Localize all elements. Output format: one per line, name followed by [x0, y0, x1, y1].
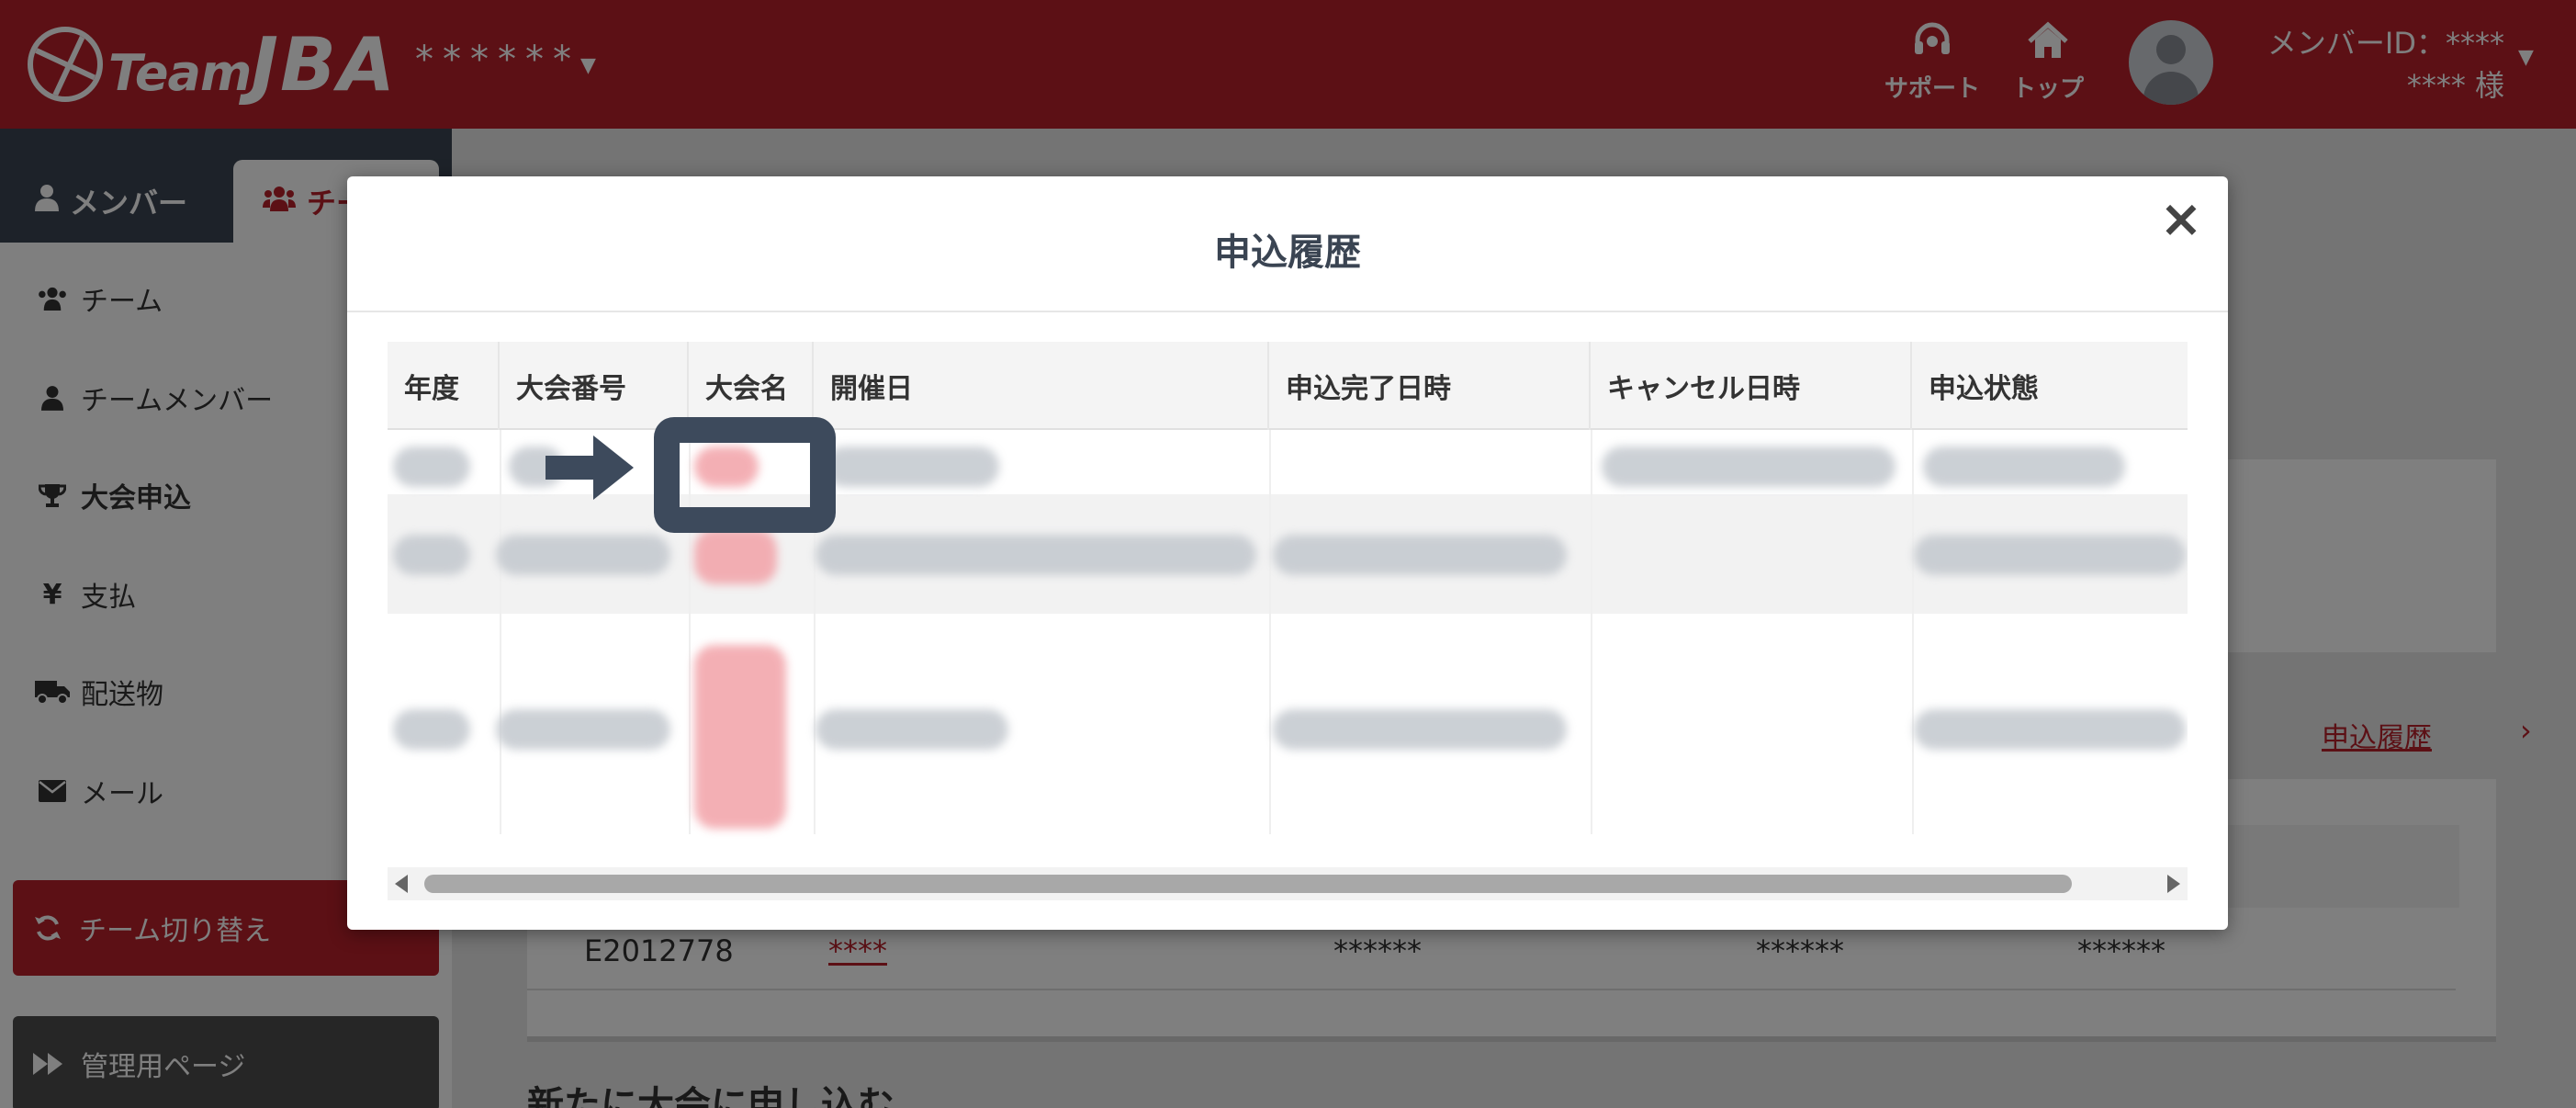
scroll-left-icon[interactable]	[395, 875, 408, 893]
divider	[347, 311, 2228, 312]
table-cell-redacted	[1923, 447, 2125, 487]
table-cell-redacted	[496, 535, 670, 575]
table-cell-redacted	[1914, 709, 2186, 750]
table-cell-redacted	[496, 709, 670, 750]
history-table: 年度 大会番号 大会名 開催日 申込完了日時 キャンセル日時 申込状態	[388, 342, 2188, 854]
column-header-tournament-number: 大会番号	[500, 342, 689, 430]
table-cell-redacted	[1602, 447, 1895, 487]
column-header-event-date: 開催日	[814, 342, 1269, 430]
table-cell-redacted	[1273, 535, 1567, 575]
annotation-highlight-box	[654, 417, 836, 533]
column-header-completed-at: 申込完了日時	[1269, 342, 1591, 430]
tournament-link-redacted[interactable]	[694, 529, 777, 584]
column-header-status: 申込状態	[1929, 373, 2039, 405]
column-header-cancelled-at: キャンセル日時	[1591, 342, 1912, 430]
tournament-link-redacted[interactable]	[694, 645, 786, 829]
history-modal: 申込履歴 × 年度 大会番号 大会名 開催日 申込完了日時 キャンセル日時 申込…	[347, 176, 2228, 930]
modal-title: 申込履歴	[1214, 232, 1361, 274]
table-cell-redacted	[1273, 709, 1567, 750]
horizontal-scrollbar[interactable]	[388, 867, 2188, 900]
column-header-year: 年度	[388, 342, 500, 430]
table-cell-redacted	[816, 535, 1256, 575]
close-icon[interactable]: ×	[2156, 194, 2206, 246]
annotation-arrow-icon	[546, 435, 634, 500]
table-cell-redacted	[393, 535, 470, 575]
scroll-right-icon[interactable]	[2167, 875, 2180, 893]
table-header-row: 年度 大会番号 大会名 開催日 申込完了日時 キャンセル日時 申込状態	[388, 342, 2188, 430]
table-cell-redacted	[393, 709, 470, 750]
scrollbar-thumb[interactable]	[424, 875, 2072, 893]
table-cell-redacted	[816, 709, 1008, 750]
table-cell-redacted	[1914, 535, 2186, 575]
table-cell-redacted	[825, 447, 999, 487]
table-cell-redacted	[393, 447, 470, 487]
